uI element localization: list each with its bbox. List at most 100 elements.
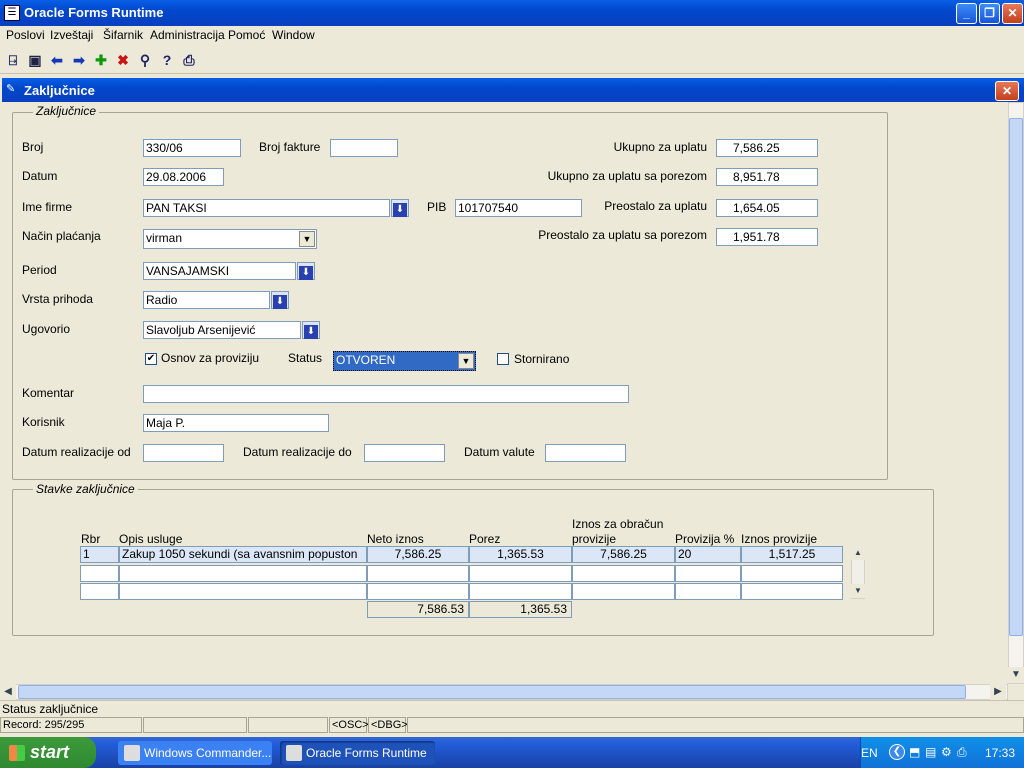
start-button[interactable]: start: [0, 737, 96, 768]
komentar-label: Komentar: [22, 386, 75, 400]
ugovorio-field[interactable]: Slavoljub Arsenijević: [143, 321, 301, 339]
table-cell-porez[interactable]: 1,365.53: [469, 546, 572, 563]
printer-icon[interactable]: ⎙: [957, 745, 967, 760]
table-cell-neto[interactable]: [367, 565, 469, 582]
menu-izvestaji[interactable]: Izveštaji: [50, 28, 93, 42]
ugovorio-lov-button[interactable]: ⬇: [302, 321, 320, 339]
table-cell-iznos-provizije[interactable]: [741, 583, 843, 600]
chevron-down-icon[interactable]: ▼: [299, 231, 315, 247]
status-cell-empty: [143, 717, 247, 733]
broj-field[interactable]: 330/06: [143, 139, 241, 157]
table-cell-opis[interactable]: [119, 565, 367, 582]
language-indicator[interactable]: EN: [861, 746, 878, 760]
table-cell-iznos-provizije[interactable]: 1,517.25: [741, 546, 843, 563]
menu-sifarnik[interactable]: Šifarnik: [103, 28, 143, 42]
ime-firme-field[interactable]: PAN TAKSI: [143, 199, 390, 217]
arrow-down-icon: ⬇: [393, 203, 407, 217]
osnov-za-proviziju-checkbox[interactable]: ✔: [145, 353, 157, 365]
table-cell-neto[interactable]: [367, 583, 469, 600]
oracle-forms-app-icon: ☰: [4, 5, 20, 21]
display-icon[interactable]: ▤: [925, 745, 936, 759]
vertical-scroll-thumb[interactable]: [1009, 118, 1023, 636]
form-close-button[interactable]: ✕: [995, 81, 1019, 101]
datum-realizacije-do-field[interactable]: [364, 444, 445, 462]
minimize-button[interactable]: _: [956, 3, 977, 24]
tray-expand-icon[interactable]: ❮: [889, 744, 905, 760]
table-cell-iznos-obracun[interactable]: 7,586.25: [572, 546, 675, 563]
previous-record-icon[interactable]: ⬅: [48, 51, 66, 69]
table-cell-porez[interactable]: [469, 583, 572, 600]
ukupno-za-uplatu-sa-porezom-field: 8,951.78: [716, 168, 818, 186]
col-iznos-obracun-header-line1: Iznos za obračun: [572, 517, 664, 531]
horizontal-scroll-thumb[interactable]: [18, 685, 966, 699]
table-cell-rbr[interactable]: [80, 583, 119, 600]
close-button[interactable]: ✕: [1002, 3, 1023, 24]
delete-record-icon[interactable]: ✖: [114, 51, 132, 69]
save-icon[interactable]: ▣: [26, 51, 44, 69]
table-cell-neto[interactable]: 7,586.25: [367, 546, 469, 563]
broj-fakture-field[interactable]: [330, 139, 398, 157]
col-porez-header: Porez: [469, 532, 501, 546]
table-cell-iznos-provizije[interactable]: [741, 565, 843, 582]
datum-valute-field[interactable]: [545, 444, 626, 462]
datum-realizacije-od-label: Datum realizacije od: [22, 445, 131, 459]
table-cell-iznos-obracun[interactable]: [572, 565, 675, 582]
period-field[interactable]: VANSAJAMSKI: [143, 262, 296, 280]
datum-field[interactable]: 29.08.2006: [143, 168, 224, 186]
vrsta-prihoda-lov-button[interactable]: ⬇: [271, 291, 289, 309]
pib-field[interactable]: 101707540: [455, 199, 582, 217]
table-cell-opis[interactable]: Zakup 1050 sekundi (sa avansnim popuston: [119, 546, 367, 563]
exit-icon[interactable]: ⍈: [4, 51, 22, 69]
datum-realizacije-do-label: Datum realizacije do: [243, 445, 352, 459]
osc-indicator: <OSC>: [329, 717, 369, 733]
period-lov-button[interactable]: ⬇: [297, 262, 315, 280]
task-oracle-forms-runtime[interactable]: Oracle Forms Runtime: [280, 741, 435, 765]
table-cell-provizija-pct[interactable]: [675, 565, 741, 582]
scroll-left-icon[interactable]: ◀: [0, 684, 16, 700]
pib-label: PIB: [427, 200, 447, 214]
query-icon[interactable]: ⚲: [136, 51, 154, 69]
header-frame-title: Zaključnice: [33, 104, 100, 118]
insert-record-icon[interactable]: ✚: [92, 51, 110, 69]
nacin-placanja-label: Način plaćanja: [22, 229, 101, 243]
menu-window[interactable]: Window: [272, 28, 315, 42]
table-cell-provizija-pct[interactable]: 20: [675, 546, 741, 563]
task-windows-commander[interactable]: Windows Commander...: [118, 741, 272, 765]
ime-firme-lov-button[interactable]: ⬇: [391, 199, 409, 217]
scroll-down-icon[interactable]: ▼: [851, 584, 865, 598]
next-record-icon[interactable]: ➡: [70, 51, 88, 69]
menu-administracija[interactable]: Administracija: [150, 28, 225, 42]
chevron-down-icon[interactable]: ▼: [458, 353, 474, 369]
vrsta-prihoda-field[interactable]: Radio: [143, 291, 270, 309]
menu-poslovi[interactable]: Poslovi: [6, 28, 45, 42]
clock: 17:33: [985, 746, 1016, 760]
arrow-down-icon: ⬇: [299, 266, 313, 280]
settings-icon[interactable]: ⚙: [941, 745, 952, 759]
network-icon[interactable]: ⬒: [909, 745, 920, 759]
scroll-down-icon[interactable]: ▼: [1008, 667, 1024, 683]
arrow-down-icon: ⬇: [273, 295, 287, 309]
maximize-button[interactable]: ❐: [979, 3, 1000, 24]
scroll-right-icon[interactable]: ▶: [990, 684, 1006, 700]
scroll-up-icon[interactable]: ▲: [851, 546, 865, 560]
help-icon[interactable]: ?: [158, 51, 176, 69]
preostalo-za-uplatu-label: Preostalo za uplatu: [604, 199, 707, 213]
table-cell-rbr[interactable]: 1: [80, 546, 119, 563]
komentar-field[interactable]: [143, 385, 629, 403]
print-icon[interactable]: ⎙: [180, 51, 198, 69]
stornirano-checkbox[interactable]: [497, 353, 509, 365]
status-select[interactable]: OTVOREN: [333, 351, 476, 371]
dbg-indicator: <DBG>: [368, 717, 408, 733]
datum-realizacije-od-field[interactable]: [143, 444, 224, 462]
table-cell-rbr[interactable]: [80, 565, 119, 582]
ukupno-za-uplatu-field: 7,586.25: [716, 139, 818, 157]
table-cell-iznos-obracun[interactable]: [572, 583, 675, 600]
table-cell-opis[interactable]: [119, 583, 367, 600]
menu-pomoc[interactable]: Pomoć: [228, 28, 265, 42]
windows-logo-icon: [9, 745, 25, 761]
nacin-placanja-select[interactable]: virman: [143, 229, 317, 249]
form-window-icon: ✎: [6, 83, 16, 95]
korisnik-field[interactable]: Maja P.: [143, 414, 329, 432]
table-cell-provizija-pct[interactable]: [675, 583, 741, 600]
table-cell-porez[interactable]: [469, 565, 572, 582]
